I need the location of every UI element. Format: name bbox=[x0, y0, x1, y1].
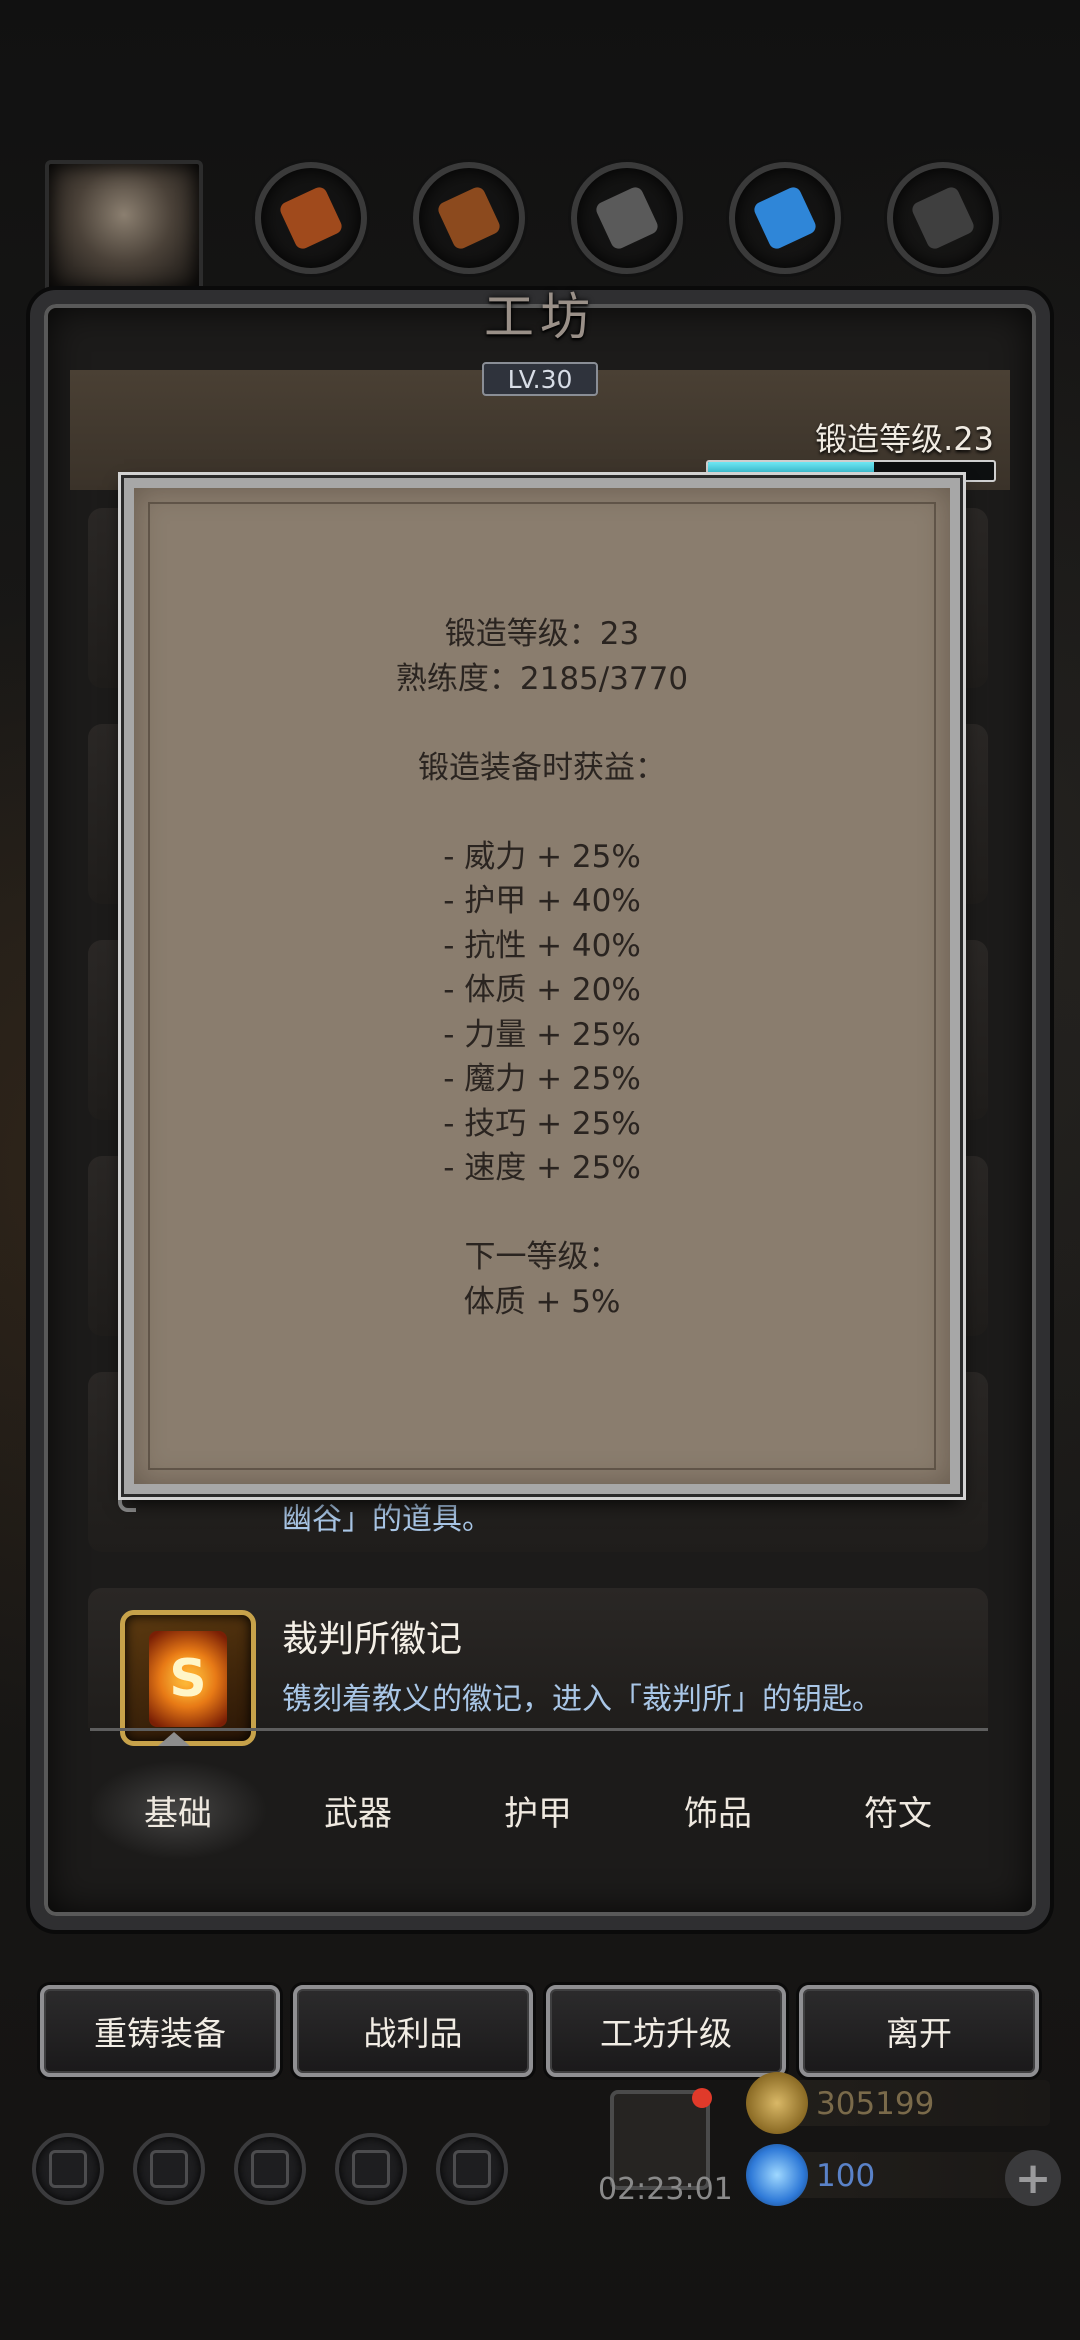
iron-tool-icon[interactable] bbox=[571, 162, 683, 274]
blacksmith-portrait[interactable] bbox=[45, 160, 203, 295]
emblem-glow: S bbox=[149, 1631, 227, 1727]
add-currency-button[interactable]: + bbox=[1005, 2150, 1061, 2206]
tooltip-line: 体质 + 5% bbox=[463, 1283, 621, 1320]
tooltip-line bbox=[134, 1191, 950, 1236]
item-description: 幽谷」的道具。 bbox=[282, 1502, 492, 1537]
wood-tool-icon[interactable] bbox=[413, 162, 525, 274]
chest-timer: 02:23:01 bbox=[598, 2172, 733, 2207]
reforge-button[interactable]: 重铸装备 bbox=[40, 1985, 280, 2077]
forge-level-tooltip[interactable]: 锻造等级：23 熟练度：2185/3770 锻造装备时获益： - 威力 + 25… bbox=[124, 478, 960, 1494]
level-badge: LV.30 bbox=[482, 362, 598, 396]
tooltip-line: - 威力 + 25% bbox=[443, 838, 641, 875]
page-title: 工坊 bbox=[484, 288, 596, 346]
leave-button[interactable]: 离开 bbox=[799, 1985, 1039, 2077]
gem-amount: 100 bbox=[816, 2158, 876, 2194]
gold-counter: 305199 bbox=[746, 2072, 1050, 2134]
steel-tool-icon[interactable] bbox=[887, 162, 999, 274]
selected-tab-indicator-icon bbox=[158, 1732, 190, 1746]
category-tabs: 基础 武器 护甲 饰品 符文 bbox=[88, 1760, 988, 1860]
tooltip-line: - 体质 + 20% bbox=[443, 972, 641, 1008]
gold-icon bbox=[746, 2072, 808, 2134]
tooltip-line: 下一等级： bbox=[464, 1239, 620, 1275]
list-item[interactable]: S 裁判所徽记 镌刻着教义的徽记，进入「裁判所」的钥匙。 bbox=[88, 1588, 988, 1746]
inquisition-emblem-icon: S bbox=[120, 1610, 256, 1746]
tooltip-line bbox=[134, 701, 950, 746]
item-description: 镌刻着教义的徽记，进入「裁判所」的钥匙。 bbox=[282, 1682, 882, 1717]
gem-icon bbox=[746, 2144, 808, 2206]
tooltip-line: - 速度 + 25% bbox=[443, 1150, 641, 1186]
mail-icon[interactable] bbox=[335, 2133, 407, 2205]
tooltip-line: 锻造装备时获益： bbox=[418, 749, 666, 786]
notification-dot bbox=[692, 2088, 712, 2108]
tooltip-line bbox=[134, 790, 950, 835]
tooltip-text: 锻造等级：23 熟练度：2185/3770 锻造装备时获益： - 威力 + 25… bbox=[134, 612, 950, 1324]
tooltip-line: - 抗性 + 40% bbox=[443, 927, 641, 964]
tooltip-line: - 技巧 + 25% bbox=[443, 1105, 641, 1142]
achievement-icon[interactable] bbox=[133, 2133, 205, 2205]
hammer-tool-icon[interactable] bbox=[255, 162, 367, 274]
tooltip-line: - 魔力 + 25% bbox=[443, 1061, 641, 1097]
tab-accessories[interactable]: 饰品 bbox=[628, 1760, 808, 1860]
tab-divider bbox=[90, 1728, 988, 1731]
crystal-tool-icon[interactable] bbox=[729, 162, 841, 274]
item-name: 裁判所徽记 bbox=[282, 1619, 463, 1660]
tooltip-line: 熟练度：2185/3770 bbox=[395, 660, 689, 697]
upgrade-workshop-button[interactable]: 工坊升级 bbox=[546, 1985, 786, 2077]
emblem-letter: S bbox=[169, 1649, 207, 1709]
action-buttons: 重铸装备 战利品 工坊升级 离开 bbox=[40, 1985, 1040, 2077]
settings-icon[interactable] bbox=[32, 2133, 104, 2205]
tooltip-line: - 力量 + 25% bbox=[443, 1016, 641, 1053]
gold-amount: 305199 bbox=[816, 2086, 935, 2122]
guild-icon[interactable] bbox=[234, 2133, 306, 2205]
shop-icon[interactable] bbox=[436, 2133, 508, 2205]
loot-button[interactable]: 战利品 bbox=[293, 1985, 533, 2077]
tab-armor[interactable]: 护甲 bbox=[448, 1760, 628, 1860]
tooltip-line: - 护甲 + 40% bbox=[443, 883, 641, 919]
tooltip-line: 锻造等级：23 bbox=[444, 616, 640, 652]
tab-runes[interactable]: 符文 bbox=[808, 1760, 988, 1860]
tab-weapons[interactable]: 武器 bbox=[268, 1760, 448, 1860]
forge-level-label: 锻造等级.23 bbox=[815, 420, 994, 458]
tab-basic[interactable]: 基础 bbox=[88, 1760, 268, 1860]
